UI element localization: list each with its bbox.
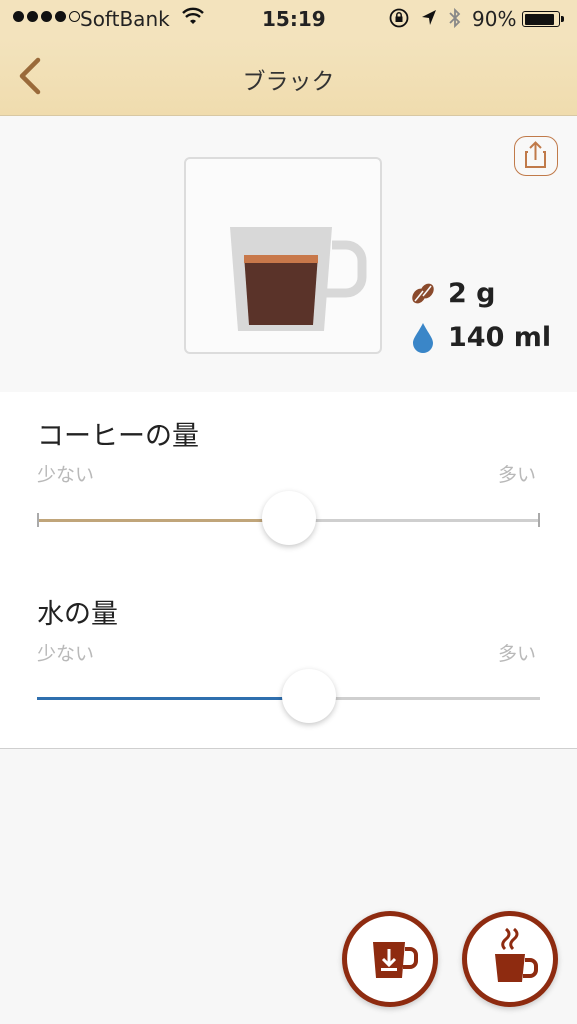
hot-coffee-icon xyxy=(495,927,538,982)
share-button[interactable] xyxy=(514,136,558,176)
water-drop-icon xyxy=(413,323,433,353)
water-slider-thumb[interactable] xyxy=(281,669,336,723)
coffee-cup-icon xyxy=(230,227,367,331)
bean-amount: 2 g xyxy=(410,278,496,309)
brew-button[interactable] xyxy=(462,911,558,1007)
coffee-amount-title: コーヒーの量 xyxy=(37,421,199,452)
coffee-amount-section: コーヒーの量 少ない 多い xyxy=(0,392,577,571)
water-amount-value: 140 ml xyxy=(448,321,552,353)
carrier-label: SoftBank xyxy=(80,7,170,31)
water-amount-title: 水の量 xyxy=(37,599,118,630)
water-min-label: 少ない xyxy=(37,643,95,665)
navigation-bar: ブラック xyxy=(0,38,577,116)
rotation-lock-icon xyxy=(388,7,410,34)
signal-strength-icon xyxy=(13,11,80,22)
coffee-max-label: 多い xyxy=(498,464,537,486)
bluetooth-icon xyxy=(448,7,462,34)
water-max-label: 多い xyxy=(498,643,537,665)
wifi-icon xyxy=(182,7,204,32)
water-amount: 140 ml xyxy=(410,321,551,353)
battery-icon xyxy=(522,11,564,27)
page-title: ブラック xyxy=(242,69,335,95)
coffee-slider-fill xyxy=(37,519,289,522)
slider-max-tick xyxy=(538,513,540,527)
slider-min-tick xyxy=(37,513,39,527)
bean-amount-value: 2 g xyxy=(448,278,496,309)
water-slider-fill xyxy=(37,697,309,700)
clock: 15:19 xyxy=(262,7,326,31)
drink-preview: 2 g 140 ml xyxy=(0,116,577,393)
status-bar: SoftBank 15:19 90% xyxy=(0,0,577,38)
coffee-slider-thumb[interactable] xyxy=(261,491,316,545)
cup-download-icon xyxy=(373,942,418,978)
cup-image xyxy=(184,157,382,354)
coffee-min-label: 少ない xyxy=(37,464,95,486)
save-recipe-button[interactable] xyxy=(342,911,438,1007)
battery-percentage: 90% xyxy=(472,7,517,31)
coffee-beans-icon xyxy=(412,283,434,303)
share-icon xyxy=(525,141,546,168)
water-amount-section: 水の量 少ない 多い xyxy=(0,570,577,749)
location-icon xyxy=(420,8,438,33)
